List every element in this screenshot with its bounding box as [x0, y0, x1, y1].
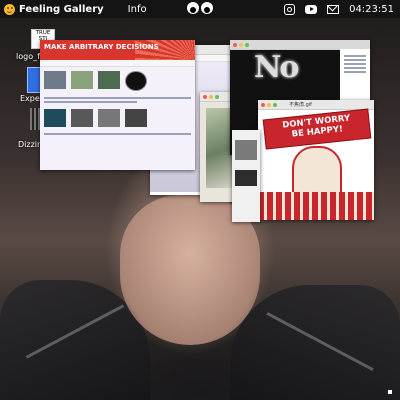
thumbnail-grid — [40, 67, 195, 95]
raised-fist-left — [270, 126, 282, 140]
image-content — [235, 140, 257, 160]
poster-window[interactable]: 不焦虑.gif DON'T WORRY BE HAPPY! — [258, 100, 374, 220]
window-titlebar[interactable]: 不焦虑.gif — [258, 100, 374, 110]
text-line — [44, 133, 191, 135]
arbitrary-decisions-window[interactable]: MAKE ARBITRARY DECISIONS — [40, 40, 195, 170]
maximize-icon[interactable] — [273, 102, 277, 107]
thumbnail[interactable] — [125, 109, 147, 127]
corner-indicator — [388, 390, 392, 394]
close-icon[interactable] — [203, 94, 207, 99]
youtube-icon[interactable] — [305, 4, 318, 14]
minimize-icon[interactable] — [239, 42, 243, 47]
right-eye — [201, 2, 213, 14]
maximize-icon[interactable] — [245, 42, 249, 47]
text-line — [344, 63, 366, 65]
poster-crowd — [258, 192, 374, 220]
text-line — [344, 67, 366, 69]
mail-icon[interactable] — [327, 4, 340, 14]
thumbnail-grid — [40, 105, 195, 131]
text-line — [344, 55, 366, 57]
left-eye — [187, 2, 199, 14]
thumbnail[interactable] — [44, 109, 66, 127]
thumbnail[interactable] — [71, 71, 93, 89]
thumbnail[interactable] — [44, 71, 66, 89]
close-icon[interactable] — [261, 102, 265, 107]
thumbnail[interactable] — [125, 71, 147, 91]
close-icon[interactable] — [233, 42, 237, 47]
top-menu-bar: Feeling Gallery Info 04:23:51 — [0, 0, 400, 18]
desktop-icon-logo[interactable]: logo_fi — [16, 52, 42, 61]
clock: 04:23:51 — [349, 3, 394, 15]
minimize-icon[interactable] — [267, 102, 271, 107]
eyes-icon[interactable] — [187, 2, 213, 14]
desktop-icon-label: logo_fi — [16, 52, 43, 61]
thumbnail[interactable] — [98, 109, 120, 127]
smiley-face-icon[interactable] — [4, 3, 15, 15]
info-menu[interactable]: Info — [128, 4, 147, 15]
thumbnail[interactable] — [98, 71, 120, 89]
address-bar[interactable] — [40, 60, 195, 67]
window-title: 不焦虑.gif — [289, 102, 312, 108]
app-title[interactable]: Feeling Gallery — [19, 4, 104, 15]
window-header[interactable]: MAKE ARBITRARY DECISIONS — [40, 40, 195, 60]
text-line — [44, 97, 191, 99]
no-artwork-text: No — [254, 50, 299, 85]
text-line — [44, 101, 137, 103]
raised-fist-right — [350, 126, 362, 140]
image-content — [235, 170, 257, 186]
maximize-icon[interactable] — [215, 94, 219, 99]
window-title: MAKE ARBITRARY DECISIONS — [44, 43, 159, 51]
desktop: Feeling Gallery Info 04:23:51 TRUE STI l… — [0, 0, 400, 400]
minimize-icon[interactable] — [209, 94, 213, 99]
thumbnail[interactable] — [71, 109, 93, 127]
instagram-icon[interactable] — [284, 3, 296, 15]
side-window-fragment[interactable] — [232, 130, 260, 222]
text-line — [344, 71, 366, 73]
text-line — [344, 59, 366, 61]
